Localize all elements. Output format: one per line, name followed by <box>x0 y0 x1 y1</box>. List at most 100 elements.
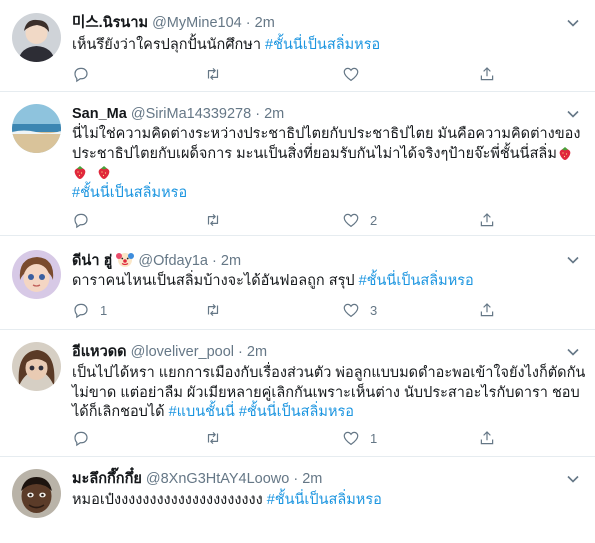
like-count: 3 <box>370 302 378 318</box>
like-icon <box>343 67 359 82</box>
like-icon <box>343 303 359 318</box>
reply-button[interactable] <box>72 428 100 448</box>
user-handle[interactable]: @loveliver_pool <box>131 344 234 360</box>
share-button[interactable] <box>478 210 496 230</box>
like-icon <box>343 431 359 446</box>
tweet-text: เป็นไปได้หรา แยกการเมืองกับเรื่องส่วนตัว… <box>72 364 586 423</box>
like-button[interactable]: 1 <box>342 428 377 448</box>
chevron-down-icon[interactable] <box>565 15 581 31</box>
tweet-text: เห็นรึยังว่าใครปลุกปั้นนักศึกษา #ชั้นนี่… <box>72 36 572 56</box>
timestamp[interactable]: 2m <box>221 253 241 269</box>
retweet-icon <box>207 213 219 227</box>
tweet[interactable]: ดีน่า ฮู่ @Ofday1a · 2m ดาราคนไหนเป็นสลิ… <box>0 236 595 330</box>
separator-dot: · <box>293 471 299 487</box>
hashtag-link[interactable]: #ชั้นนี่เป็นสลิ่มหรอ <box>72 185 187 201</box>
separator-dot: · <box>212 253 217 269</box>
display-name[interactable]: 미스.นิรนาม <box>72 15 148 31</box>
reply-icon <box>74 431 88 447</box>
share-button[interactable] <box>478 300 496 320</box>
tweet-actions: 2 <box>72 210 572 230</box>
share-icon <box>480 431 494 445</box>
tweet-text-line: ดาราคนไหนเป็นสลิ่มบ้างจะได้อันฟอลถูก สรุ… <box>72 273 355 289</box>
timestamp[interactable]: 2m <box>247 344 267 360</box>
timestamp[interactable]: 2m <box>264 106 284 122</box>
display-name[interactable]: อีแหวดด <box>72 344 127 360</box>
reply-button[interactable] <box>72 210 100 230</box>
tweet-text-line: ประชาธิปไตยกับเผด็จการ มะนเป็นสิ่งที่ยอม… <box>72 145 557 162</box>
reply-icon <box>74 303 88 319</box>
hashtag-link[interactable]: #ชั้นนี่เป็นสลิ่มหรอ <box>265 37 380 53</box>
display-name[interactable]: มะลึกกึ๊กกึ๋ย <box>72 471 142 487</box>
tweet-header: อีแหวดด @loveliver_pool · 2m <box>72 342 267 362</box>
retweet-button[interactable] <box>204 300 232 320</box>
tweet[interactable]: อีแหวดด @loveliver_pool · 2m เป็นไปได้หร… <box>0 330 595 457</box>
tweet[interactable]: 미스.นิรนาม @MyMine104 · 2m เห็นรึยังว่าใค… <box>0 0 595 92</box>
reply-button[interactable] <box>72 64 100 84</box>
chevron-down-icon[interactable] <box>565 471 581 487</box>
tweet[interactable]: มะลึกกึ๊กกึ๋ย @8XnG3HtAY4Loowo · 2m หมอเ… <box>0 457 595 543</box>
emoji-row <box>72 164 577 184</box>
retweet-button[interactable] <box>204 428 232 448</box>
tweet-text-line: ไม่ขาด แต่อย่าลืม ผัวเมียหลายคู่เลิกกันเ… <box>72 384 580 401</box>
retweet-icon <box>207 67 219 81</box>
separator-dot: · <box>245 15 251 31</box>
tweet-text: หมอเป๋งงงงงงงงงงงงงงงงงงงงง #ชั้นนี่เป็น… <box>72 491 572 511</box>
chevron-down-icon[interactable] <box>565 344 581 360</box>
tweet-header: มะลึกกึ๊กกึ๋ย @8XnG3HtAY4Loowo · 2m <box>72 469 322 489</box>
user-handle[interactable]: @8XnG3HtAY4Loowo <box>146 471 289 487</box>
user-handle[interactable]: @Ofday1a <box>138 253 208 269</box>
share-icon <box>480 67 494 81</box>
tweet-actions <box>72 64 572 84</box>
like-button[interactable]: 2 <box>342 210 377 230</box>
reply-button[interactable]: 1 <box>72 300 107 320</box>
hashtag-link[interactable]: #ชั้นนี่เป็นสลิ่มหรอ <box>359 273 474 289</box>
retweet-button[interactable] <box>204 210 232 230</box>
tweet-text-line: ประชาธิปไตยกับเผด็จการ มะนเป็นสิ่งที่ยอม… <box>72 145 577 165</box>
like-icon <box>343 213 359 228</box>
avatar[interactable] <box>12 13 61 62</box>
hashtag-link[interactable]: #แบนชั้นนี่ <box>169 404 235 420</box>
share-icon <box>480 213 494 227</box>
user-handle[interactable]: @MyMine104 <box>152 15 242 31</box>
tweet-header: 미스.นิรนาม @MyMine104 · 2m <box>72 13 275 33</box>
tweet-header: ดีน่า ฮู่ @Ofday1a · 2m <box>72 250 241 270</box>
timestamp[interactable]: 2m <box>255 15 275 31</box>
tweet-actions: 1 3 <box>72 300 572 320</box>
share-button[interactable] <box>478 64 496 84</box>
avatar[interactable] <box>12 469 61 518</box>
clown-emoji <box>116 253 135 267</box>
strawberry-emoji <box>98 166 110 179</box>
reply-icon <box>74 67 88 83</box>
tweet-text-line: หมอเป๋งงงงงงงงงงงงงงงงงงงงง <box>72 492 263 508</box>
user-handle[interactable]: @SiriMa14339278 <box>131 106 251 122</box>
hashtag-link[interactable]: #ชั้นนี่เป็นสลิ่มหรอ <box>267 492 382 508</box>
tweet-text: ดาราคนไหนเป็นสลิ่มบ้างจะได้อันฟอลถูก สรุ… <box>72 272 572 292</box>
share-button[interactable] <box>478 428 496 448</box>
tweet-feed: 미스.นิรนาม @MyMine104 · 2m เห็นรึยังว่าใค… <box>0 0 595 543</box>
retweet-icon <box>207 303 219 317</box>
tweet-text-line: เป็นไปได้หรา แยกการเมืองกับเรื่องส่วนตัว… <box>72 365 586 381</box>
tweet-actions: 1 <box>72 428 572 448</box>
like-button[interactable] <box>342 64 370 84</box>
chevron-down-icon[interactable] <box>565 106 581 122</box>
retweet-button[interactable] <box>204 64 232 84</box>
tweet-text-line: นี่ไม่ใช่ความคิดต่างระหว่างประชาธิปไตยกั… <box>72 126 581 142</box>
tweet-text-line: เห็นรึยังว่าใครปลุกปั้นนักศึกษา <box>72 37 262 53</box>
chevron-down-icon[interactable] <box>565 252 581 268</box>
reply-icon <box>74 213 88 229</box>
tweet-header: San_Ma @SiriMa14339278 · 2m <box>72 104 284 124</box>
retweet-icon <box>207 431 219 445</box>
avatar[interactable] <box>12 342 61 391</box>
like-count: 2 <box>370 212 378 228</box>
reply-count: 1 <box>100 302 108 318</box>
display-name[interactable]: ดีน่า ฮู่ <box>72 253 112 269</box>
like-button[interactable]: 3 <box>342 300 377 320</box>
avatar[interactable] <box>12 250 61 299</box>
tweet-text-line: ได้ก็เลิกชอบได้ <box>72 404 165 420</box>
avatar[interactable] <box>12 104 61 153</box>
hashtag-link[interactable]: #ชั้นนี่เป็นสลิ่มหรอ <box>239 404 354 420</box>
tweet-text: นี่ไม่ใช่ความคิดต่างระหว่างประชาธิปไตยกั… <box>72 125 581 203</box>
timestamp[interactable]: 2m <box>302 471 322 487</box>
tweet[interactable]: San_Ma @SiriMa14339278 · 2m นี่ไม่ใช่ควา… <box>0 92 595 236</box>
display-name[interactable]: San_Ma <box>72 106 127 122</box>
